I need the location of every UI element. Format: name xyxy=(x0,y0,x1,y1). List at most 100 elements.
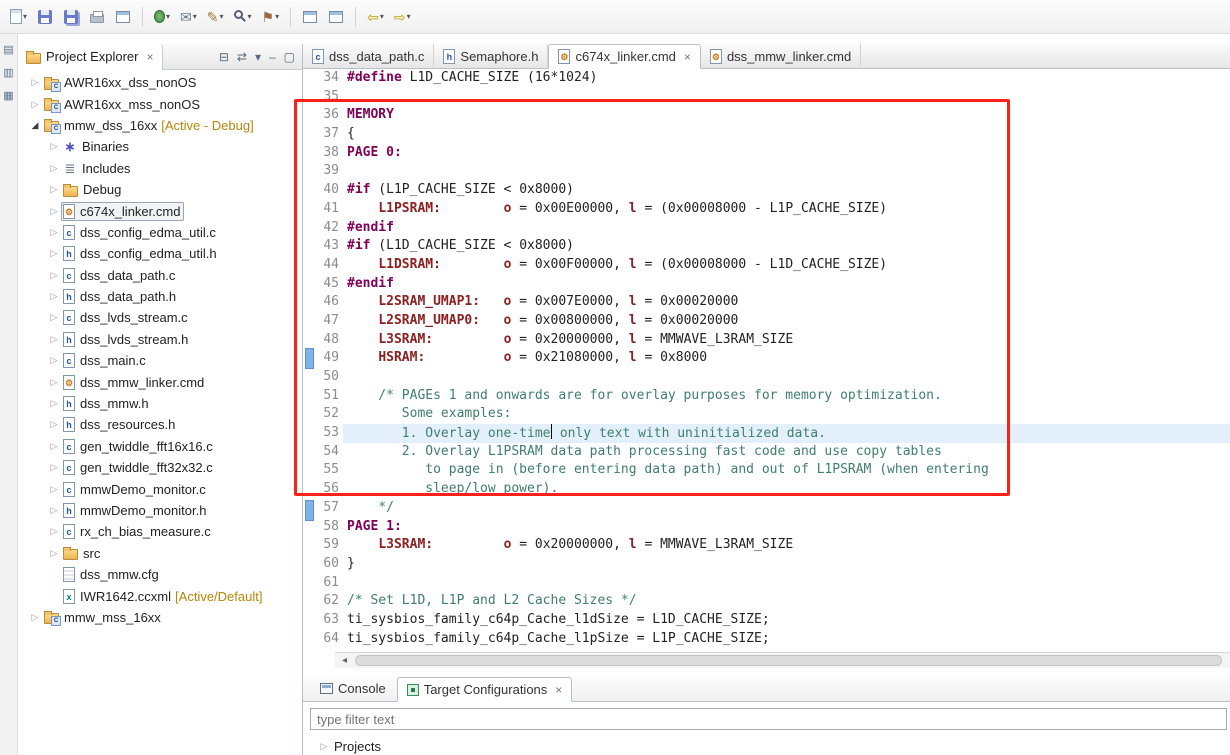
bookmark-button[interactable]: ⚑▾ xyxy=(258,5,284,29)
tree-item[interactable]: ▷mmw_mss_16xx xyxy=(18,607,302,628)
tree-item[interactable]: ▷cdss_config_edma_util.c xyxy=(18,222,302,243)
tree-arrow-icon[interactable]: ▷ xyxy=(47,227,61,238)
code-line[interactable]: 54 2. Overlay L1PSRAM data path processi… xyxy=(303,443,1230,462)
code-line[interactable]: 57 */ xyxy=(303,499,1230,518)
tree-item[interactable]: ▷src xyxy=(18,543,302,564)
code-line[interactable]: 52 Some examples: xyxy=(303,405,1230,424)
save-all-button[interactable] xyxy=(59,5,83,29)
flash-button[interactable]: ✉▾ xyxy=(176,5,201,29)
tree-arrow-icon[interactable]: ▷ xyxy=(28,612,42,623)
tree-item[interactable]: ▷AWR16xx_dss_nonOS xyxy=(18,72,302,93)
code-line[interactable]: 37{ xyxy=(303,125,1230,144)
tree-item[interactable]: ▷≣Includes xyxy=(18,158,302,179)
code-line[interactable]: 56 sleep/low power). xyxy=(303,480,1230,499)
forward-button[interactable]: ⇨▾ xyxy=(390,5,415,29)
code-line[interactable]: 49 HSRAM: o = 0x21080000, l = 0x8000 xyxy=(303,349,1230,368)
debug-button[interactable]: ▾ xyxy=(150,5,174,29)
code-line[interactable]: 58PAGE 1: xyxy=(303,518,1230,537)
scroll-left-arrow-icon[interactable]: ◂ xyxy=(337,654,352,667)
project-explorer-view-tab[interactable]: Project Explorer × xyxy=(18,44,163,70)
link-with-editor-icon[interactable]: ⇄ xyxy=(237,49,247,65)
tree-item[interactable]: ◢mmw_dss_16xx[Active - Debug] xyxy=(18,115,302,136)
tree-item[interactable]: ▷AWR16xx_mss_nonOS xyxy=(18,93,302,114)
filter-input[interactable] xyxy=(310,708,1227,730)
tree-arrow-icon[interactable]: ▷ xyxy=(47,398,61,409)
code-line[interactable]: 39 xyxy=(303,162,1230,181)
tree-item[interactable]: xIWR1642.ccxml[Active/Default] xyxy=(18,585,302,606)
tree-item[interactable]: ▷⚙dss_mmw_linker.cmd xyxy=(18,371,302,392)
tree-arrow-icon[interactable]: ▷ xyxy=(47,163,61,174)
editor-tab[interactable]: ⚙c674x_linker.cmd× xyxy=(548,44,700,69)
bottom-tab[interactable]: Console xyxy=(311,676,395,701)
tree-arrow-icon[interactable]: ▷ xyxy=(47,248,61,259)
editor-tab[interactable]: ⚙dss_mmw_linker.cmd xyxy=(701,44,861,69)
tree-item[interactable]: ▷cdss_main.c xyxy=(18,350,302,371)
tree-arrow-icon[interactable]: ▷ xyxy=(47,484,61,495)
save-button[interactable] xyxy=(33,5,57,29)
editor-tab[interactable]: hSemaphore.h xyxy=(434,44,548,69)
code-line[interactable]: 51 /* PAGEs 1 and onwards are for overla… xyxy=(303,387,1230,406)
print-button[interactable] xyxy=(85,5,109,29)
code-line[interactable]: 34#define L1D_CACHE_SIZE (16*1024) xyxy=(303,69,1230,88)
code-line[interactable]: 55 to page in (before entering data path… xyxy=(303,461,1230,480)
restore-view-3-icon[interactable]: ▦ xyxy=(3,88,13,104)
close-icon[interactable]: × xyxy=(684,50,691,64)
view-menu-icon[interactable]: ▾ xyxy=(255,49,261,65)
scrollbar-thumb[interactable] xyxy=(355,655,1222,666)
code-line[interactable]: 42#endif xyxy=(303,219,1230,238)
code-line[interactable]: 59 L3SRAM: o = 0x20000000, l = MMWAVE_L3… xyxy=(303,536,1230,555)
editor-window-button[interactable] xyxy=(324,5,348,29)
tree-arrow-icon[interactable]: ◢ xyxy=(28,120,42,131)
code-line[interactable]: 46 L2SRAM_UMAP1: o = 0x007E0000, l = 0x0… xyxy=(303,293,1230,312)
open-console-button[interactable] xyxy=(111,5,135,29)
tree-item[interactable]: ▷cdss_lvds_stream.c xyxy=(18,307,302,328)
maximize-icon[interactable]: ▢ xyxy=(284,49,295,65)
pen-tool-button[interactable]: ✎▾ xyxy=(203,5,228,29)
tree-item[interactable]: ▷hdss_resources.h xyxy=(18,414,302,435)
code-line[interactable]: 36MEMORY xyxy=(303,106,1230,125)
tree-arrow-icon[interactable]: ▷ xyxy=(47,184,61,195)
tree-item[interactable]: ▷hdss_lvds_stream.h xyxy=(18,329,302,350)
tree-item[interactable]: ▷hdss_mmw.h xyxy=(18,393,302,414)
code-line[interactable]: 43#if (L1D_CACHE_SIZE < 0x8000) xyxy=(303,237,1230,256)
search-button[interactable]: ▾ xyxy=(230,5,256,29)
code-line[interactable]: 60} xyxy=(303,555,1230,574)
restore-view-2-icon[interactable]: ▥ xyxy=(3,65,13,81)
back-button[interactable]: ⇦▾ xyxy=(363,5,388,29)
tree-item[interactable]: ▷hmmwDemo_monitor.h xyxy=(18,500,302,521)
tree-arrow-icon[interactable]: ▷ xyxy=(28,99,42,110)
open-perspective-button[interactable] xyxy=(298,5,322,29)
code-line[interactable]: 45#endif xyxy=(303,275,1230,294)
tree-item[interactable]: ▷hdss_config_edma_util.h xyxy=(18,243,302,264)
code-line[interactable]: 35 xyxy=(303,88,1230,107)
tree-arrow-icon[interactable]: ▷ xyxy=(47,505,61,516)
tree-arrow-icon[interactable]: ▷ xyxy=(47,377,61,388)
tree-item[interactable]: ▷crx_ch_bias_measure.c xyxy=(18,521,302,542)
code-line[interactable]: 41 L1PSRAM: o = 0x00E00000, l = (0x00008… xyxy=(303,200,1230,219)
tree-arrow-icon[interactable]: ▷ xyxy=(47,141,61,152)
bottom-tab[interactable]: Target Configurations× xyxy=(397,677,573,702)
tree-arrow-icon[interactable]: ▷ xyxy=(47,270,61,281)
tree-arrow-icon[interactable]: ▷ xyxy=(47,355,61,366)
tree-item[interactable]: ▷cmmwDemo_monitor.c xyxy=(18,478,302,499)
code-line[interactable]: 50 xyxy=(303,368,1230,387)
code-line[interactable]: 62/* Set L1D, L1P and L2 Cache Sizes */ xyxy=(303,592,1230,611)
code-line[interactable]: 40#if (L1P_CACHE_SIZE < 0x8000) xyxy=(303,181,1230,200)
tree-arrow-icon[interactable]: ▷ xyxy=(318,741,330,752)
close-icon[interactable]: × xyxy=(555,683,562,697)
close-icon[interactable]: × xyxy=(146,50,153,64)
tree-arrow-icon[interactable]: ▷ xyxy=(47,441,61,452)
tree-item[interactable]: ▷cdss_data_path.c xyxy=(18,265,302,286)
code-editor[interactable]: 34#define L1D_CACHE_SIZE (16*1024)3536ME… xyxy=(303,69,1230,652)
tree-arrow-icon[interactable]: ▷ xyxy=(47,548,61,559)
code-line[interactable]: 47 L2SRAM_UMAP0: o = 0x00800000, l = 0x0… xyxy=(303,312,1230,331)
code-line[interactable]: 38PAGE 0: xyxy=(303,144,1230,163)
restore-view-1-icon[interactable]: ▤ xyxy=(3,42,13,58)
tree-arrow-icon[interactable]: ▷ xyxy=(47,419,61,430)
editor-tab[interactable]: cdss_data_path.c xyxy=(303,44,434,69)
collapse-all-icon[interactable]: ⊟ xyxy=(219,49,229,65)
horizontal-scrollbar[interactable]: ◂ xyxy=(335,652,1230,668)
tree-item[interactable]: dss_mmw.cfg xyxy=(18,564,302,585)
tree-arrow-icon[interactable]: ▷ xyxy=(28,77,42,88)
projects-tree-item[interactable]: ▷ Projects xyxy=(318,739,381,754)
